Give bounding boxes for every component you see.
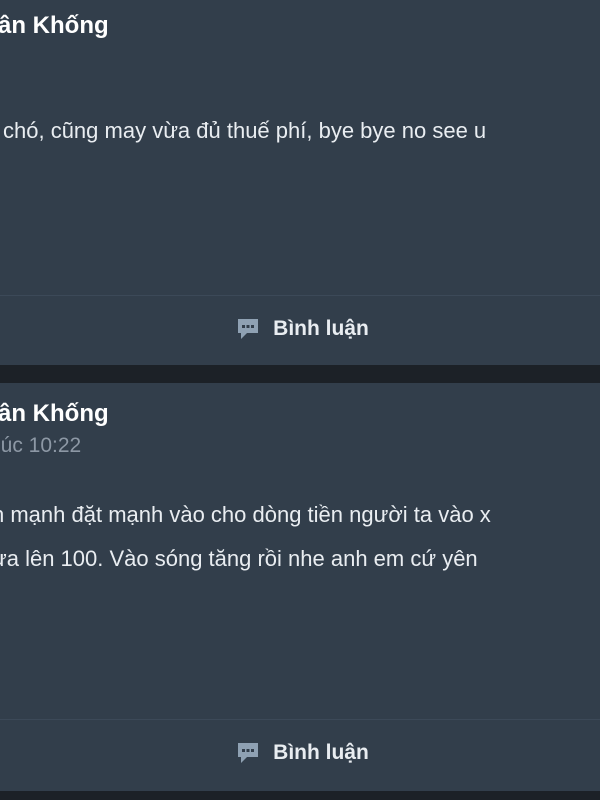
post-body-line: ừa lên 100. Vào sóng tăng rồi nhe anh em… — [0, 546, 478, 571]
comment-button-label: Bình luận — [273, 317, 369, 340]
comment-button[interactable]: Bình luận — [0, 720, 600, 786]
comment-button[interactable]: Bình luận — [0, 296, 600, 362]
post-body-line: n mạnh đặt mạnh vào cho dòng tiền người … — [0, 502, 491, 527]
post-author-name[interactable]: ân Khống — [0, 400, 109, 428]
post-author-name[interactable]: ân Khống — [0, 12, 109, 40]
post-card: ân Khống lúc 10:22 n mạnh đặt mạnh vào c… — [0, 383, 600, 791]
post-timestamp[interactable]: lúc 10:22 — [0, 434, 81, 458]
comment-bubble-icon — [238, 319, 259, 339]
post-body-line: i chó, cũng may vừa đủ thuế phí, bye bye… — [0, 118, 487, 143]
comment-button-label: Bình luận — [273, 741, 369, 764]
post-card: ân Khống i chó, cũng may vừa đủ thuế phí… — [0, 0, 600, 365]
comment-bubble-icon — [238, 743, 259, 763]
